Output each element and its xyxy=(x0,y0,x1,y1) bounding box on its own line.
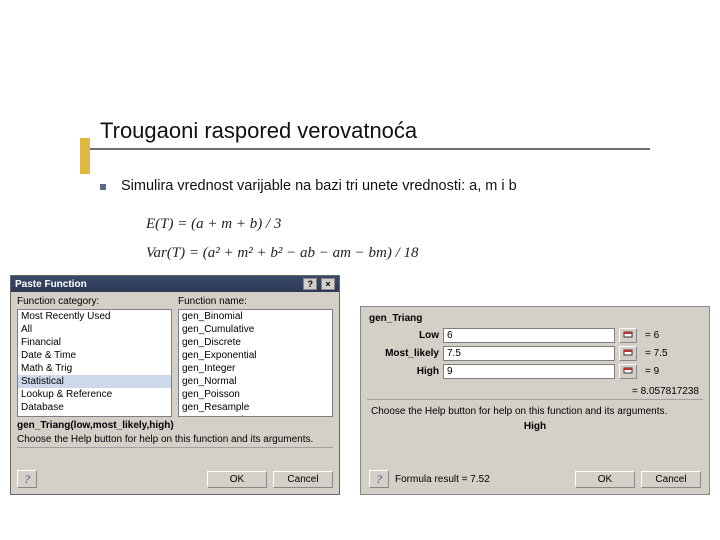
function-item[interactable]: gen_Resample xyxy=(179,401,332,414)
function-item[interactable]: gen_Integer xyxy=(179,362,332,375)
slide-title-wrap: Trougaoni raspored verovatnoća xyxy=(100,118,417,144)
function-item[interactable]: gen_Discrete xyxy=(179,336,332,349)
function-name: gen_Triang xyxy=(361,307,709,326)
help-icon: ? xyxy=(376,472,382,487)
function-item[interactable]: gen_Normal xyxy=(179,375,332,388)
param-input[interactable]: 9 xyxy=(443,364,615,379)
range-selector-icon[interactable] xyxy=(619,364,637,379)
category-item[interactable]: Text xyxy=(18,414,171,417)
dialog-title: Paste Function xyxy=(15,279,87,290)
category-item[interactable]: All xyxy=(18,323,171,336)
slide-bullet-text: Simulira vrednost varijable na bazi tri … xyxy=(121,178,517,194)
category-item[interactable]: Database xyxy=(18,401,171,414)
range-selector-icon[interactable] xyxy=(619,346,637,361)
param-input[interactable]: 7.5 xyxy=(443,346,615,361)
formula-expected-value: E(T) = (a + m + b) / 3 xyxy=(146,210,419,239)
param-label: Low xyxy=(369,330,439,341)
category-item[interactable]: Statistical xyxy=(18,375,171,388)
category-item[interactable]: Most Recently Used xyxy=(18,310,171,323)
param-eval: = 6 xyxy=(641,330,701,341)
dialog-titlebar[interactable]: Paste Function ? × xyxy=(11,276,339,292)
separator xyxy=(367,399,703,400)
emphasized-param: High xyxy=(361,417,709,434)
param-input[interactable]: 6 xyxy=(443,328,615,343)
ok-button[interactable]: OK xyxy=(207,471,267,488)
formula-block: E(T) = (a + m + b) / 3 Var(T) = (a² + m²… xyxy=(146,210,419,267)
close-icon[interactable]: × xyxy=(321,278,335,290)
function-item[interactable]: gen_Binomial xyxy=(179,310,332,323)
category-item[interactable]: Financial xyxy=(18,336,171,349)
cancel-button[interactable]: Cancel xyxy=(273,471,333,488)
cancel-button[interactable]: Cancel xyxy=(641,471,701,488)
function-item[interactable]: gen_Exponential xyxy=(179,349,332,362)
function-arguments-dialog: gen_Triang Low 6 = 6 Most_likely 7.5 = 7.5 Hig… xyxy=(360,306,710,495)
parameter-list: Low 6 = 6 Most_likely 7.5 = 7.5 High 9 = 9 xyxy=(361,326,709,384)
param-label: High xyxy=(369,366,439,377)
formula-result: Formula result = 7.52 xyxy=(395,474,569,485)
category-item[interactable]: Date & Time xyxy=(18,349,171,362)
category-item[interactable]: Math & Trig xyxy=(18,362,171,375)
function-item[interactable]: gen_Poisson xyxy=(179,388,332,401)
category-label: Function category: xyxy=(17,296,172,307)
slide-title: Trougaoni raspored verovatnoća xyxy=(100,118,417,143)
title-underline xyxy=(90,148,650,150)
param-label: Most_likely xyxy=(369,348,439,359)
function-item[interactable]: gen_Cumulative xyxy=(179,323,332,336)
function-hint: Choose the Help button for help on this … xyxy=(11,431,339,445)
arguments-hint: Choose the Help button for help on this … xyxy=(361,402,709,417)
paste-function-dialog: Paste Function ? × Function category: Mo… xyxy=(10,275,340,495)
title-accent xyxy=(80,138,90,174)
function-signature: gen_Triang(low,most_likely,high) xyxy=(11,417,339,431)
titlebar-help-icon[interactable]: ? xyxy=(303,278,317,290)
return-value: = 8.057817238 xyxy=(361,384,709,397)
param-eval: = 9 xyxy=(641,366,701,377)
function-item[interactable]: gen_ResampleSync xyxy=(179,414,332,417)
separator xyxy=(17,447,333,448)
function-name-label: Function name: xyxy=(178,296,333,307)
ok-button[interactable]: OK xyxy=(575,471,635,488)
param-row: High 9 = 9 xyxy=(369,364,701,379)
category-item[interactable]: Lookup & Reference xyxy=(18,388,171,401)
function-listbox[interactable]: gen_Binomialgen_Cumulativegen_Discretege… xyxy=(178,309,333,417)
category-listbox[interactable]: Most Recently UsedAllFinancialDate & Tim… xyxy=(17,309,172,417)
help-icon: ? xyxy=(24,472,30,487)
help-button[interactable]: ? xyxy=(17,470,37,488)
formula-variance: Var(T) = (a² + m² + b² − ab − am − bm) /… xyxy=(146,239,419,268)
param-eval: = 7.5 xyxy=(641,348,701,359)
param-row: Most_likely 7.5 = 7.5 xyxy=(369,346,701,361)
bullet-icon xyxy=(100,184,106,190)
range-selector-icon[interactable] xyxy=(619,328,637,343)
help-button[interactable]: ? xyxy=(369,470,389,488)
param-row: Low 6 = 6 xyxy=(369,328,701,343)
